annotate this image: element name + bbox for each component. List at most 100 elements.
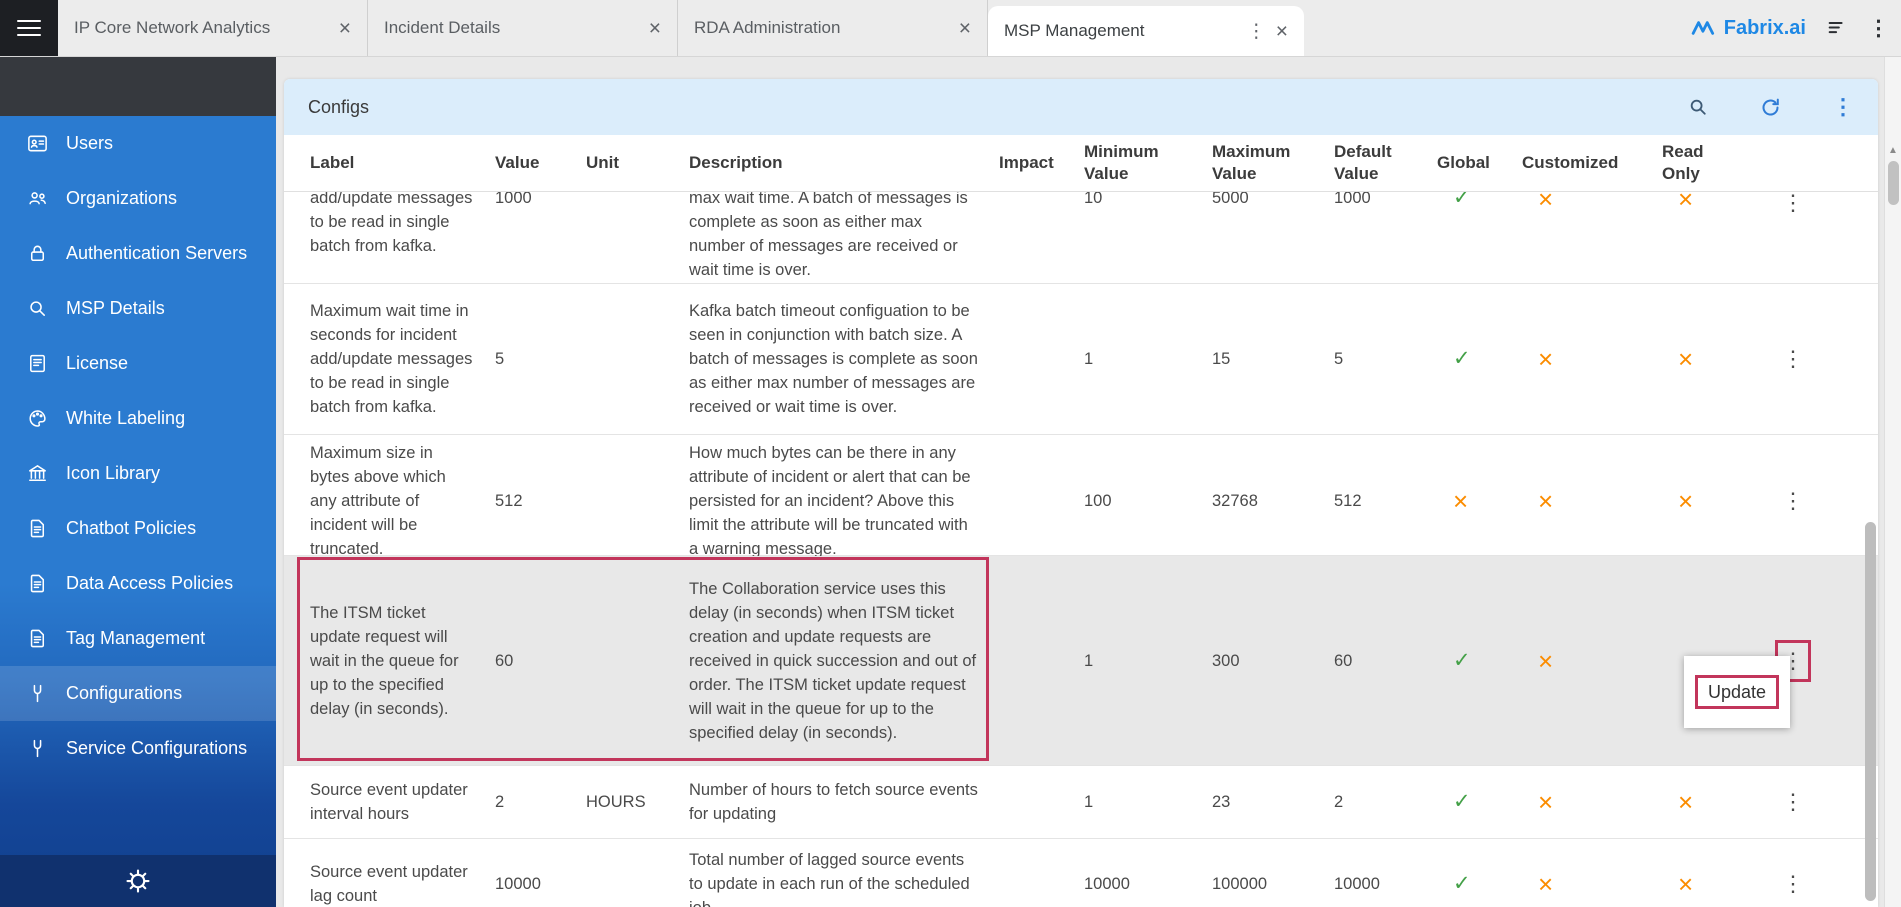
close-icon[interactable]: ×	[649, 18, 661, 39]
refresh-icon	[1759, 96, 1782, 119]
table-row[interactable]: Source event updater lag count 10000 Tot…	[284, 839, 1878, 907]
table-row[interactable]: Source event updater interval hours 2 HO…	[284, 766, 1878, 839]
cell-minimum-value: 1	[1076, 556, 1204, 765]
sidebar-item-label: License	[66, 353, 128, 374]
sidebar-item-tag-management[interactable]: Tag Management	[0, 611, 276, 666]
config-value: 60	[495, 649, 513, 673]
cell-default-value: 60	[1326, 556, 1429, 765]
cell-actions: ⋮	[1739, 766, 1864, 838]
panel-actions: ⋮	[1687, 94, 1868, 120]
page-scrollbar-thumb[interactable]	[1888, 161, 1899, 205]
sidebar-item-chatbot-policies[interactable]: Chatbot Policies	[0, 501, 276, 556]
row-actions-kebab-button[interactable]: ⋮	[1779, 785, 1807, 819]
read-only-flag-icon: ×	[1678, 871, 1693, 897]
config-label: Maximum size in bytes above which any at…	[310, 441, 475, 561]
sidebar-item-label: Chatbot Policies	[66, 518, 196, 539]
kebab-icon[interactable]: ⋮	[1247, 22, 1266, 41]
row-actions-kebab-button[interactable]: ⋮	[1779, 484, 1807, 518]
cell-value: 60	[487, 556, 578, 765]
document-icon	[26, 517, 49, 540]
overflow-menu-button[interactable]: ⋮	[1868, 16, 1889, 41]
table-scrollbar-thumb[interactable]	[1865, 522, 1876, 901]
sidebar-item-white-labeling[interactable]: White Labeling	[0, 391, 276, 446]
tab-ip-core-network-analytics[interactable]: IP Core Network Analytics ×	[58, 0, 368, 56]
row-actions-kebab-button[interactable]: ⋮	[1779, 342, 1807, 376]
cell-maximum-value: 23	[1204, 766, 1326, 838]
cell-label: Maximum size in bytes above which any at…	[302, 435, 487, 567]
customized-flag-icon: ×	[1538, 346, 1553, 372]
magnifier-icon	[26, 297, 49, 320]
scroll-up-arrow[interactable]: ▲	[1885, 145, 1901, 156]
cell-actions: ⋮	[1739, 839, 1864, 907]
cell-impact	[991, 556, 1076, 765]
sidebar-header	[0, 57, 276, 116]
brand-wave-icon	[1691, 17, 1717, 39]
sidebar-item-label: White Labeling	[66, 408, 185, 429]
cell-actions: ⋮	[1739, 284, 1864, 434]
tab-incident-details[interactable]: Incident Details ×	[368, 0, 678, 56]
config-label: The ITSM ticket update request will wait…	[310, 601, 475, 721]
sidebar-item-license[interactable]: License	[0, 336, 276, 391]
config-description: How much bytes can be there in any attri…	[689, 441, 979, 561]
list-menu-button[interactable]	[1826, 17, 1848, 39]
settings-gear-button[interactable]	[123, 866, 153, 896]
cell-default-value: 5	[1326, 284, 1429, 434]
cell-value: 2	[487, 766, 578, 838]
brand-logo: Fabrix.ai	[1691, 17, 1806, 40]
tab-msp-management[interactable]: MSP Management ⋮ ×	[988, 6, 1304, 56]
table-row[interactable]: add/update messages to be read in single…	[284, 192, 1878, 284]
cell-description: Kafka batch timeout configuation to be s…	[681, 284, 991, 434]
config-label: Source event updater interval hours	[310, 778, 475, 826]
sidebar-item-icon-library[interactable]: Icon Library	[0, 446, 276, 501]
cell-value: 5	[487, 284, 578, 434]
cell-read-only: ×	[1654, 435, 1739, 567]
cell-minimum-value: 1	[1076, 284, 1204, 434]
row-actions-kebab-button[interactable]: ⋮	[1779, 867, 1807, 901]
search-button[interactable]	[1687, 96, 1709, 118]
panel-header: Configs ⋮	[284, 79, 1878, 135]
sidebar-item-organizations[interactable]: Organizations	[0, 171, 276, 226]
tuning-fork-icon	[26, 737, 49, 760]
column-header-minimum-value: Minimum Value	[1076, 135, 1204, 191]
panel-overflow-button[interactable]: ⋮	[1832, 94, 1854, 120]
tab-label: MSP Management	[1004, 21, 1239, 41]
table-row[interactable]: Maximum wait time in seconds for inciden…	[284, 284, 1878, 435]
row-actions-kebab-button[interactable]: ⋮	[1779, 192, 1807, 220]
cell-label: Source event updater interval hours	[302, 766, 487, 838]
cell-unit	[578, 435, 681, 567]
hamburger-menu-button[interactable]	[0, 0, 58, 56]
tab-rda-administration[interactable]: RDA Administration ×	[678, 0, 988, 56]
cell-unit	[578, 556, 681, 765]
cell-value: 10000	[487, 839, 578, 907]
close-icon[interactable]: ×	[1276, 21, 1288, 42]
cell-description: Number of hours to fetch source events f…	[681, 766, 991, 838]
cell-customized: ×	[1514, 435, 1654, 567]
table-row[interactable]: Maximum size in bytes above which any at…	[284, 435, 1878, 556]
sidebar-item-data-access-policies[interactable]: Data Access Policies	[0, 556, 276, 611]
sidebar-item-msp-details[interactable]: MSP Details	[0, 281, 276, 336]
config-label: Source event updater lag count	[310, 860, 475, 907]
sidebar-item-label: Data Access Policies	[66, 573, 233, 594]
config-value: 1000	[495, 192, 532, 210]
library-columns-icon	[26, 462, 49, 485]
close-icon[interactable]: ×	[959, 18, 971, 39]
sidebar-item-service-configurations[interactable]: Service Configurations	[0, 721, 276, 776]
read-only-flag-icon: ×	[1678, 789, 1693, 815]
close-icon[interactable]: ×	[339, 18, 351, 39]
cell-description: The Collaboration service uses this dela…	[681, 556, 991, 765]
cell-unit: HOURS	[578, 766, 681, 838]
cell-impact	[991, 435, 1076, 567]
config-description: Kafka batch timeout configuation to be s…	[689, 299, 979, 419]
sidebar-item-configurations[interactable]: Configurations	[0, 666, 276, 721]
document-icon	[26, 627, 49, 650]
sidebar-item-users[interactable]: Users	[0, 116, 276, 171]
table-row-selected[interactable]: The ITSM ticket update request will wait…	[284, 556, 1878, 766]
tab-label: IP Core Network Analytics	[74, 18, 329, 38]
cell-maximum-value: 15	[1204, 284, 1326, 434]
config-description: The Collaboration service uses this dela…	[689, 577, 979, 745]
cell-maximum-value: 300	[1204, 556, 1326, 765]
context-menu-item-update[interactable]: Update	[1695, 675, 1779, 709]
sidebar-item-label: MSP Details	[66, 298, 165, 319]
refresh-button[interactable]	[1759, 96, 1782, 119]
sidebar-item-authentication-servers[interactable]: Authentication Servers	[0, 226, 276, 281]
